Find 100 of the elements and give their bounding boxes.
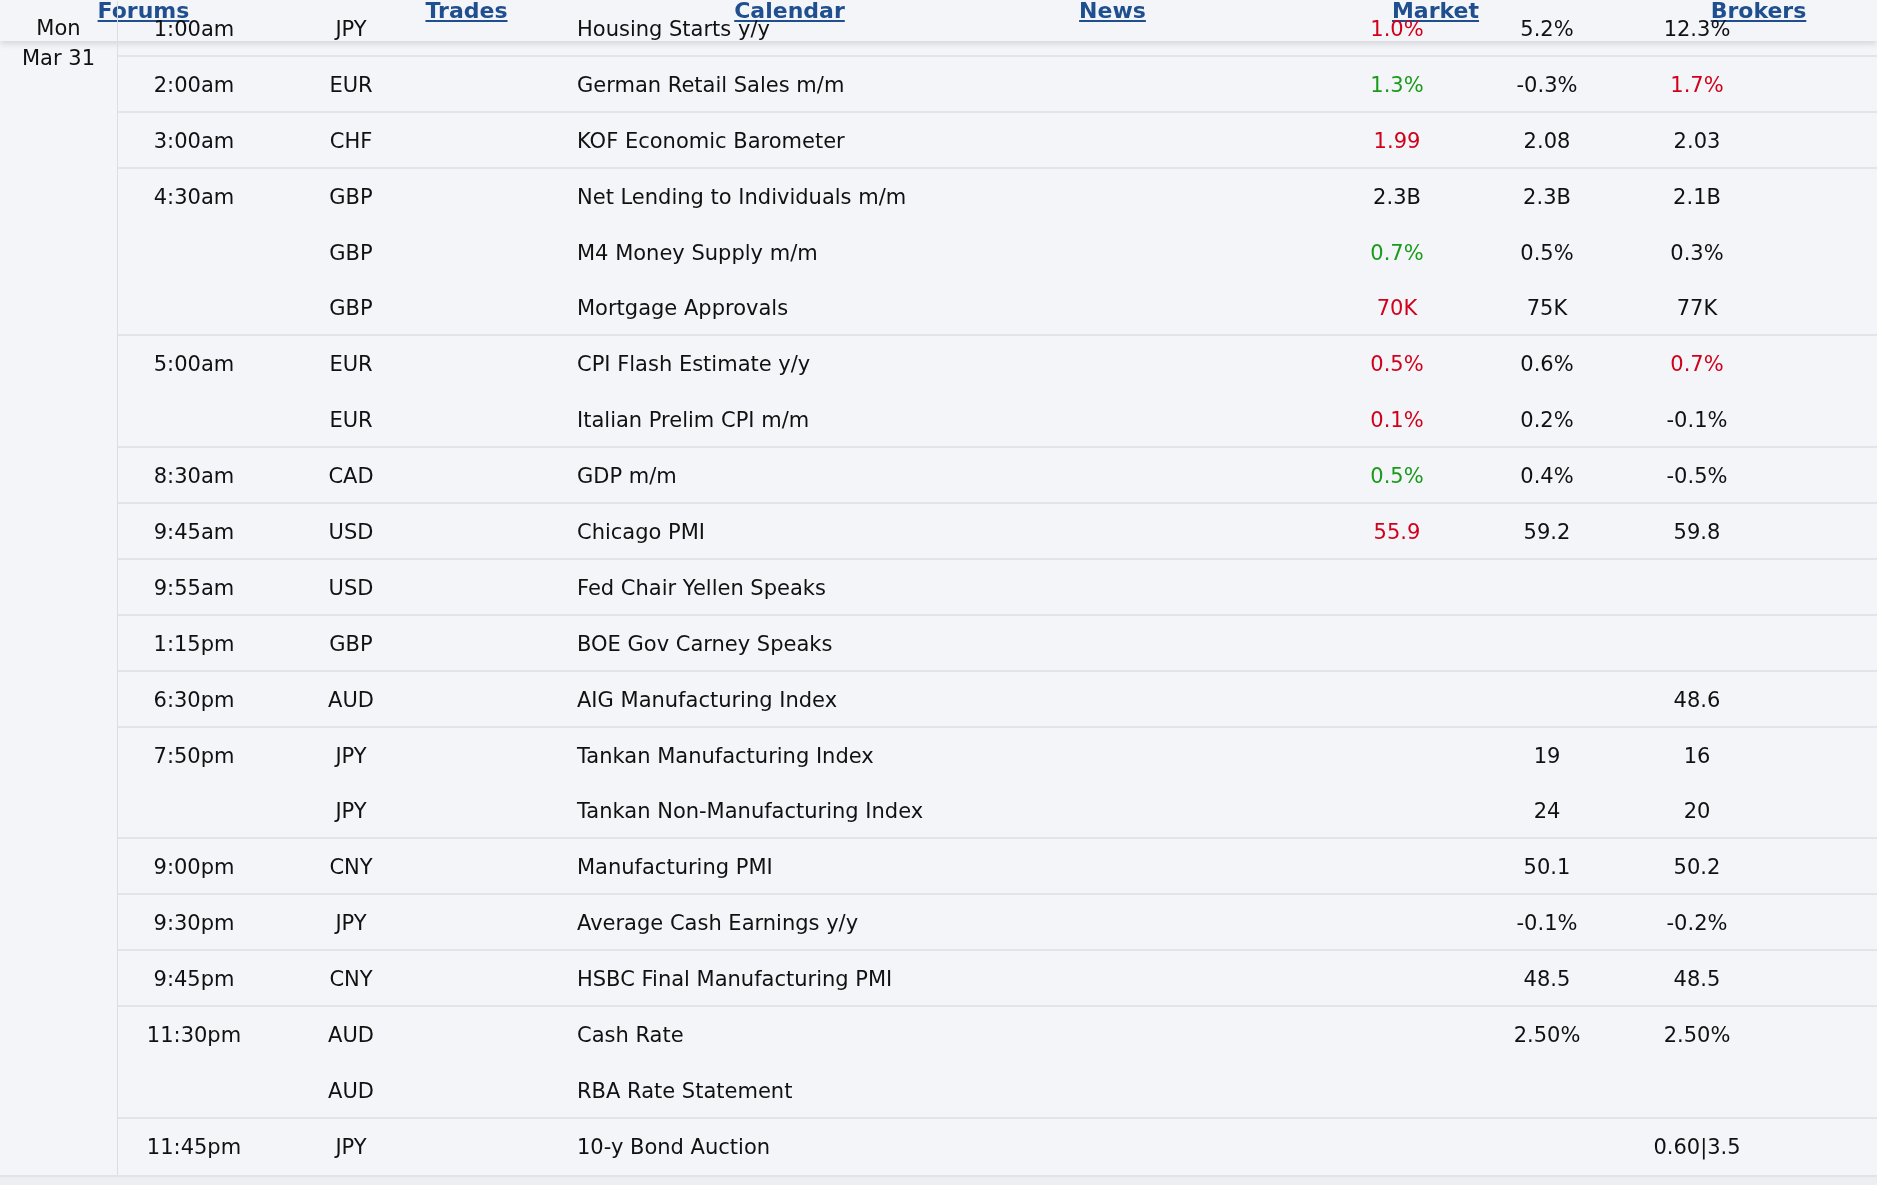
actual-value: 0.1% bbox=[1370, 408, 1424, 433]
weekday: Mon bbox=[36, 16, 81, 40]
currency-code: USD bbox=[328, 575, 374, 600]
currency-code: JPY bbox=[335, 1134, 367, 1159]
currency-code: JPY bbox=[335, 799, 367, 824]
forecast-value: 2.50% bbox=[1513, 1022, 1581, 1047]
actual-value: 1.3% bbox=[1370, 72, 1424, 97]
previous-value: 48.5 bbox=[1673, 967, 1721, 992]
event-time: 2:00am bbox=[153, 72, 235, 97]
event-time: 8:30am bbox=[153, 464, 235, 489]
event-name: RBA Rate Statement bbox=[577, 1078, 793, 1103]
previous-value: -0.1% bbox=[1666, 408, 1728, 433]
currency-code: JPY bbox=[335, 743, 367, 768]
currency-code: GBP bbox=[329, 184, 373, 209]
currency-code: AUD bbox=[328, 687, 374, 712]
event-time: 4:30am bbox=[153, 184, 235, 209]
event-time: 6:30pm bbox=[153, 687, 235, 712]
currency-code: AUD bbox=[328, 1078, 374, 1103]
event-name: KOF Economic Barometer bbox=[577, 128, 845, 153]
actual-value: 1.99 bbox=[1373, 128, 1421, 153]
event-time: 3:00am bbox=[153, 128, 235, 153]
event-name: 10-y Bond Auction bbox=[577, 1134, 771, 1159]
forecast-value: -0.1% bbox=[1516, 911, 1578, 936]
forecast-value: 0.2% bbox=[1520, 408, 1574, 433]
previous-value: 0.60|3.5 bbox=[1653, 1134, 1741, 1159]
event-name: AIG Manufacturing Index bbox=[577, 687, 838, 712]
previous-value: 0.3% bbox=[1670, 240, 1724, 265]
actual-value: 2.3B bbox=[1373, 184, 1421, 209]
previous-value: 2.03 bbox=[1673, 128, 1721, 153]
event-name: BOE Gov Carney Speaks bbox=[577, 631, 833, 656]
previous-value: 48.6 bbox=[1673, 687, 1721, 712]
previous-value: 2.50% bbox=[1663, 1022, 1731, 1047]
previous-value: 59.8 bbox=[1673, 519, 1721, 544]
currency-code: JPY bbox=[335, 16, 367, 41]
forecast-value: 0.5% bbox=[1520, 240, 1574, 265]
event-name: Net Lending to Individuals m/m bbox=[577, 184, 907, 209]
currency-code: CNY bbox=[329, 855, 373, 880]
event-time: 9:55am bbox=[153, 575, 235, 600]
event-name: Chicago PMI bbox=[577, 519, 706, 544]
previous-value: 77K bbox=[1676, 296, 1718, 321]
currency-code: EUR bbox=[329, 352, 373, 377]
event-time: 9:45pm bbox=[153, 967, 235, 992]
currency-code: CAD bbox=[328, 464, 374, 489]
forecast-value: 0.4% bbox=[1520, 464, 1574, 489]
actual-value: 0.5% bbox=[1370, 464, 1424, 489]
event-name: Average Cash Earnings y/y bbox=[577, 911, 859, 936]
forecast-value: -0.3% bbox=[1516, 72, 1578, 97]
date: Mar 31 bbox=[22, 46, 95, 70]
event-name: Cash Rate bbox=[577, 1022, 684, 1047]
forecast-value: 2.08 bbox=[1523, 128, 1571, 153]
currency-code: CNY bbox=[329, 967, 373, 992]
forecast-value: 2.3B bbox=[1523, 184, 1571, 209]
forecast-value: 0.6% bbox=[1520, 352, 1574, 377]
event-time: 11:30pm bbox=[146, 1022, 242, 1047]
previous-value: 50.2 bbox=[1673, 855, 1721, 880]
actual-value: 70K bbox=[1376, 296, 1418, 321]
currency-code: EUR bbox=[329, 72, 373, 97]
previous-value: 0.7% bbox=[1670, 352, 1724, 377]
event-name: Italian Prelim CPI m/m bbox=[577, 408, 810, 433]
previous-value: -0.5% bbox=[1666, 464, 1728, 489]
event-name: Mortgage Approvals bbox=[577, 296, 789, 321]
event-name: Manufacturing PMI bbox=[577, 855, 773, 880]
previous-value: 1.7% bbox=[1670, 72, 1724, 97]
event-name: German Retail Sales m/m bbox=[577, 72, 845, 97]
currency-code: USD bbox=[328, 519, 374, 544]
event-time: 9:45am bbox=[153, 519, 235, 544]
previous-value: 2.1B bbox=[1673, 184, 1721, 209]
previous-value: 16 bbox=[1683, 743, 1711, 768]
event-name: CPI Flash Estimate y/y bbox=[577, 352, 811, 377]
forecast-value: 24 bbox=[1533, 799, 1561, 824]
event-name: HSBC Final Manufacturing PMI bbox=[577, 967, 893, 992]
event-name: GDP m/m bbox=[577, 464, 677, 489]
currency-code: EUR bbox=[329, 408, 373, 433]
event-time: 9:00pm bbox=[153, 855, 235, 880]
event-name: Fed Chair Yellen Speaks bbox=[577, 575, 826, 600]
previous-value: 20 bbox=[1683, 799, 1711, 824]
actual-value: 55.9 bbox=[1373, 519, 1421, 544]
actual-value: 0.5% bbox=[1370, 352, 1424, 377]
forecast-value: 75K bbox=[1526, 296, 1568, 321]
currency-code: AUD bbox=[328, 1022, 374, 1047]
event-name: Tankan Manufacturing Index bbox=[577, 743, 874, 768]
event-name: M4 Money Supply m/m bbox=[577, 240, 818, 265]
event-time: 9:30pm bbox=[153, 911, 235, 936]
previous-value: -0.2% bbox=[1666, 911, 1728, 936]
event-time: 1:15pm bbox=[153, 631, 235, 656]
forecast-value: 50.1 bbox=[1523, 855, 1571, 880]
forecast-value: 48.5 bbox=[1523, 967, 1571, 992]
forecast-value: 19 bbox=[1533, 743, 1561, 768]
currency-code: GBP bbox=[329, 296, 373, 321]
event-time: 7:50pm bbox=[153, 743, 235, 768]
event-time: 11:45pm bbox=[146, 1134, 242, 1159]
currency-code: CHF bbox=[329, 128, 373, 153]
forecast-value: 59.2 bbox=[1523, 519, 1571, 544]
event-time: 5:00am bbox=[153, 352, 235, 377]
currency-code: GBP bbox=[329, 240, 373, 265]
currency-code: GBP bbox=[329, 631, 373, 656]
nav-link[interactable]: Trades bbox=[425, 0, 508, 23]
nav-link[interactable]: News bbox=[1079, 0, 1146, 23]
currency-code: JPY bbox=[335, 911, 367, 936]
event-name: Tankan Non-Manufacturing Index bbox=[577, 799, 924, 824]
